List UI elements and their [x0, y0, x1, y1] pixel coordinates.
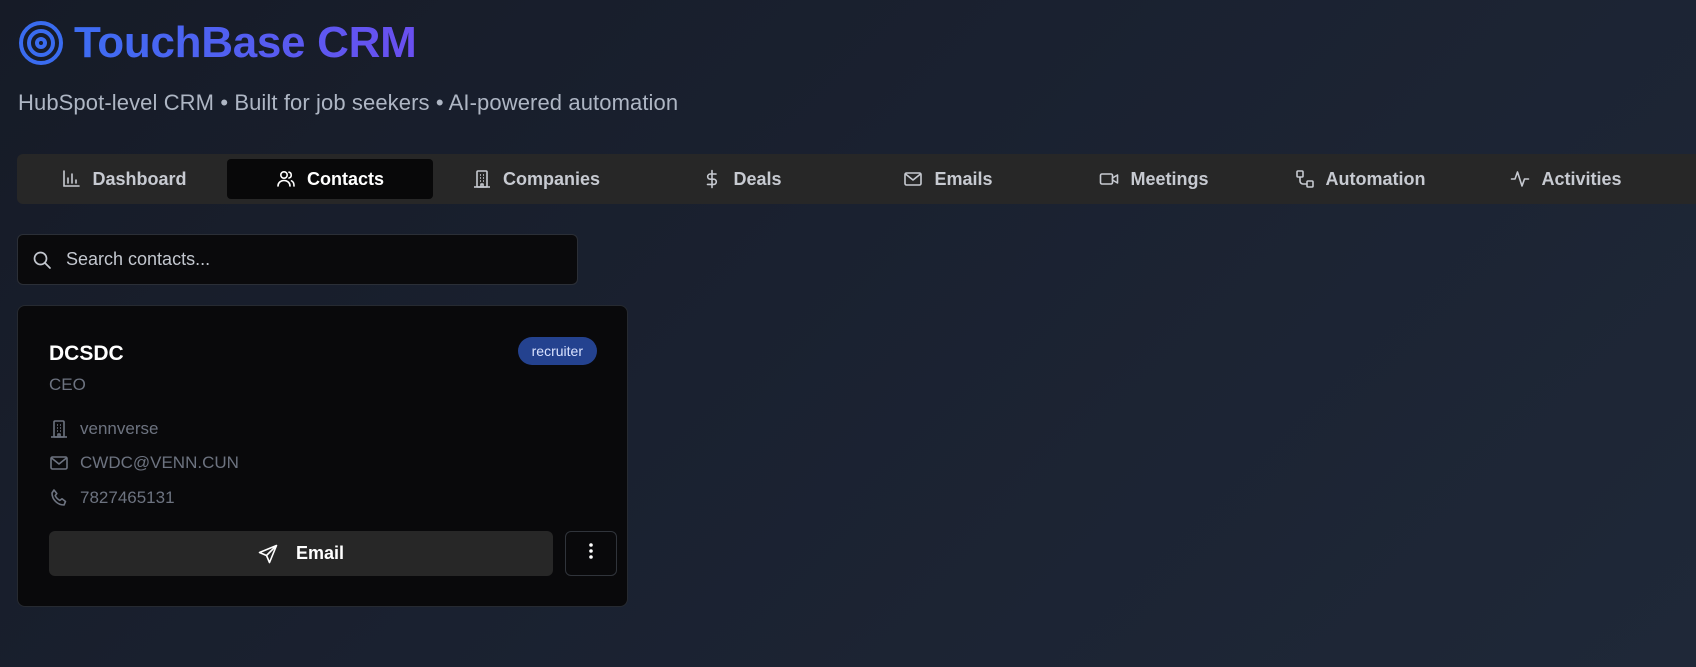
tab-deals[interactable]: Deals: [639, 159, 845, 199]
tab-label: Deals: [733, 168, 782, 189]
tab-label: Companies: [502, 168, 601, 189]
dollar-icon: [702, 169, 722, 189]
tab-emails[interactable]: Emails: [845, 159, 1051, 199]
phone-icon: [49, 488, 69, 508]
email-button-label: Email: [295, 543, 345, 563]
mail-icon: [49, 453, 69, 473]
more-vertical-icon: [588, 542, 594, 565]
tab-label: Activities: [1541, 168, 1622, 189]
contact-name: DCSDC: [49, 342, 124, 365]
email-contact-button[interactable]: Email: [49, 531, 553, 576]
search-input[interactable]: [66, 249, 577, 270]
contact-company-row: vennverse: [49, 419, 158, 439]
tab-label: Emails: [934, 168, 993, 189]
building-icon: [472, 169, 492, 189]
header: TouchBase CRM HubSpot-level CRM • Built …: [18, 18, 678, 116]
contact-card: DCSDC CEO recruiter vennverse CWDC@VENN.…: [17, 305, 628, 607]
tab-automation[interactable]: Automation: [1257, 159, 1463, 199]
building-icon: [49, 419, 69, 439]
tab-activities[interactable]: Activities: [1463, 159, 1669, 199]
tab-contacts[interactable]: Contacts: [227, 159, 433, 199]
contact-tag-badge: recruiter: [517, 337, 597, 365]
contact-title: CEO: [49, 375, 86, 394]
main-nav: Dashboard Contacts Companies Deals Email…: [17, 154, 1696, 204]
app-title: TouchBase CRM: [74, 18, 417, 67]
workflow-icon: [1295, 169, 1315, 189]
contact-phone: 7827465131: [80, 488, 175, 507]
tab-label: Contacts: [306, 168, 384, 189]
tab-label: Dashboard: [92, 168, 187, 189]
tab-meetings[interactable]: Meetings: [1051, 159, 1257, 199]
send-icon: [258, 544, 278, 564]
tab-label: Automation: [1325, 168, 1426, 189]
users-icon: [276, 169, 296, 189]
activity-icon: [1510, 169, 1530, 189]
contact-email: CWDC@VENN.CUN: [80, 453, 239, 472]
search-icon: [32, 250, 52, 270]
target-icon: [18, 20, 64, 66]
brand: TouchBase CRM: [18, 18, 678, 68]
more-options-button[interactable]: [565, 531, 617, 576]
tab-label: Meetings: [1130, 168, 1209, 189]
contact-company: vennverse: [80, 419, 159, 438]
tab-dashboard[interactable]: Dashboard: [21, 159, 227, 199]
video-icon: [1099, 169, 1119, 189]
search-bar: [17, 234, 578, 285]
tab-companies[interactable]: Companies: [433, 159, 639, 199]
app-subtitle: HubSpot-level CRM • Built for job seeker…: [18, 90, 679, 115]
contact-email-row: CWDC@VENN.CUN: [49, 453, 239, 473]
bar-chart-icon: [61, 169, 81, 189]
contact-phone-row: 7827465131: [49, 488, 175, 508]
mail-icon: [903, 169, 923, 189]
